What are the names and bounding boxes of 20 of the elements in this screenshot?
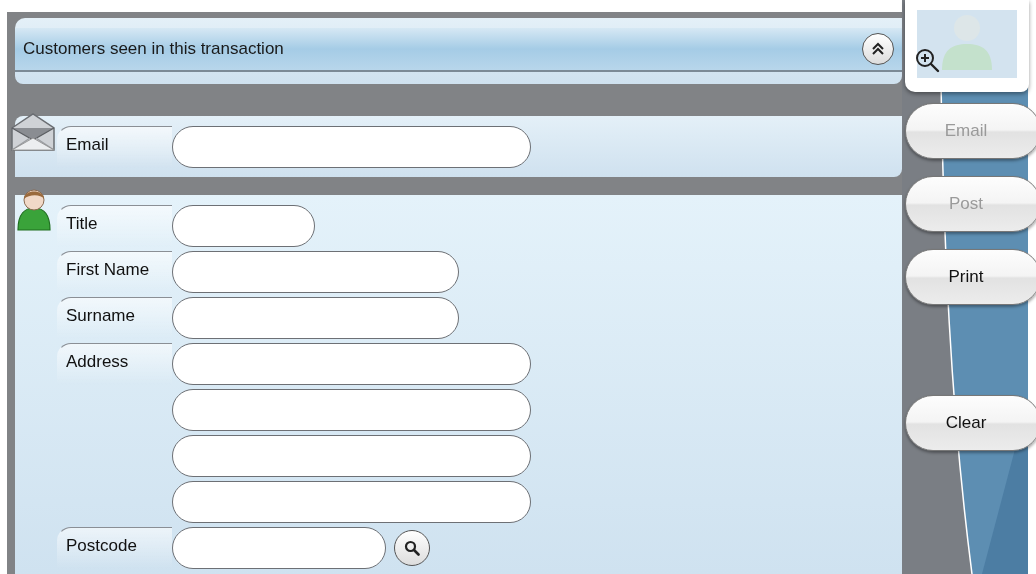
search-icon <box>404 540 420 556</box>
input-field[interactable] <box>172 251 459 293</box>
envelope-icon <box>10 112 56 152</box>
action-button[interactable]: Print <box>905 249 1036 305</box>
action-button[interactable]: Clear <box>905 395 1036 451</box>
input-field[interactable] <box>172 435 531 477</box>
double-chevron-icon <box>870 41 886 57</box>
input-field[interactable] <box>172 527 386 569</box>
input-field[interactable] <box>172 481 531 523</box>
email-field[interactable] <box>172 126 531 168</box>
search-button[interactable] <box>394 530 430 566</box>
person-icon <box>15 186 53 232</box>
input-field[interactable] <box>172 343 531 385</box>
input-field[interactable] <box>172 297 459 339</box>
input-field[interactable] <box>172 389 531 431</box>
header-title: Customers seen in this transaction <box>23 39 284 59</box>
collapse-button[interactable] <box>862 33 894 65</box>
avatar-placeholder-icon <box>917 10 1017 78</box>
input-field[interactable] <box>172 205 315 247</box>
zoom-icon[interactable] <box>915 48 941 74</box>
